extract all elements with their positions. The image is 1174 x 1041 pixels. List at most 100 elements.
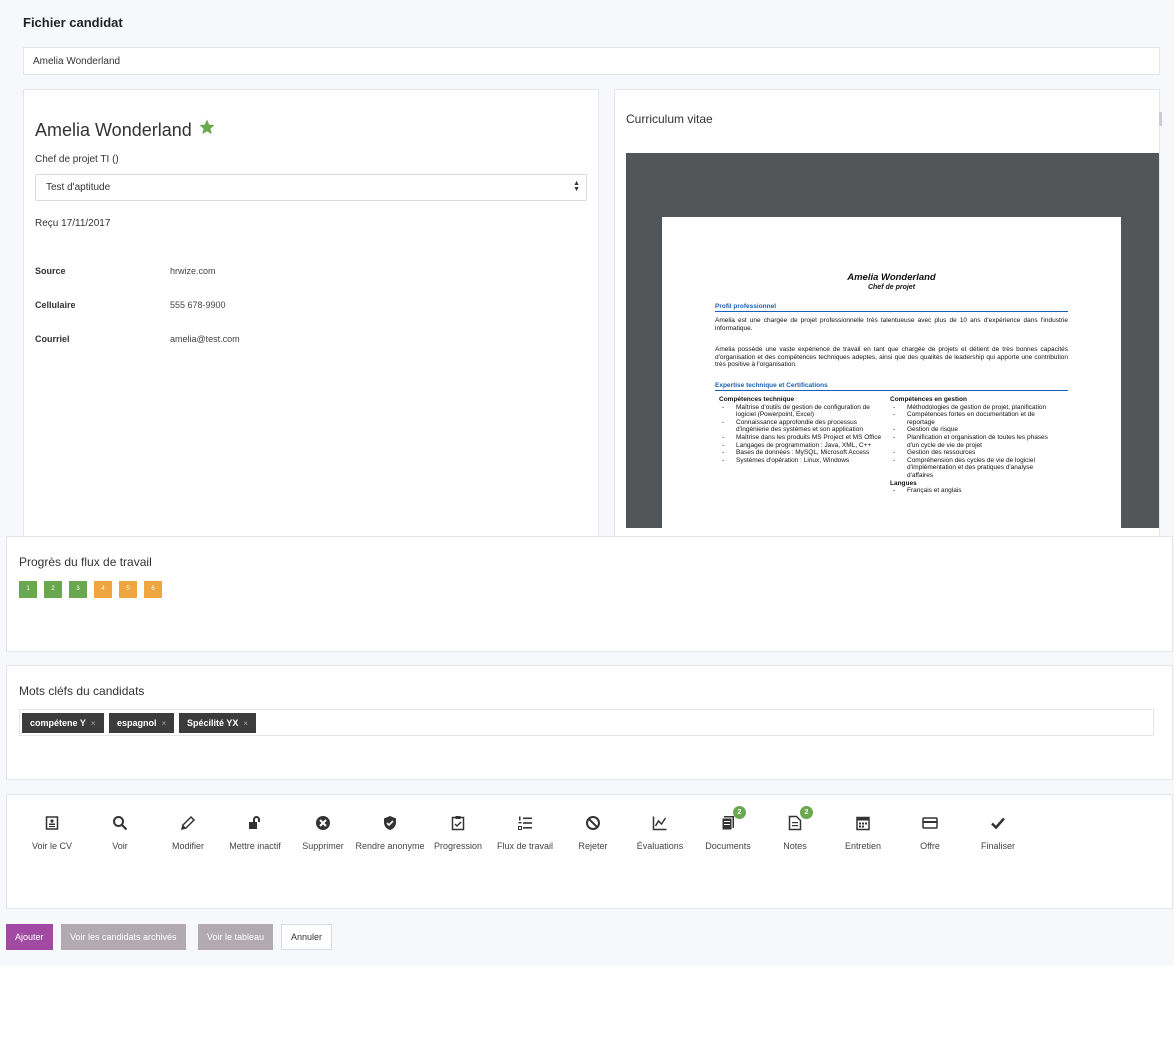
action-label: Documents: [705, 841, 751, 851]
progression-button[interactable]: Progression: [423, 813, 493, 854]
action-label: Mettre inactif: [229, 841, 281, 851]
notes-count-badge: 2: [800, 806, 813, 819]
circle-x-icon: [288, 813, 358, 833]
view-cv-button[interactable]: Voir le CV: [17, 813, 87, 854]
job-title: Chef de projet TI (): [35, 154, 119, 165]
action-label: Entretien: [844, 841, 882, 851]
cv-section-expertise: Expertise technique et Certifications: [715, 382, 1068, 391]
workflow-step[interactable]: 4: [94, 581, 112, 598]
cv-list-item: Méthodologies de gestion de projet, plan…: [890, 404, 1050, 412]
cv-tech-column: Compétences technique Maîtrise d'outils …: [719, 396, 884, 464]
cv-doc-role: Chef de projet: [867, 284, 916, 291]
workflow-step[interactable]: 5: [119, 581, 137, 598]
detail-value: hrwize.com: [170, 266, 216, 276]
cv-list-item: Gestion de risque: [890, 426, 1050, 434]
workflow-step[interactable]: 2: [44, 581, 62, 598]
star-icon[interactable]: [198, 118, 216, 136]
detail-value: 555 678-9900: [170, 300, 226, 310]
workflow-card: Progrès du flux de travail 1 2 3 4 5 6: [6, 536, 1173, 652]
documents-count-badge: 2: [733, 806, 746, 819]
cv-list-item: Langages de programmation : Java, XML, C…: [719, 442, 884, 450]
cv-mgmt-column: Compétences en gestion Méthodologies de …: [890, 396, 1050, 495]
view-archived-button[interactable]: Voir les candidats archivés: [61, 924, 186, 950]
cv-lang-heading: Langues: [890, 479, 917, 487]
action-label: Voir le CV: [31, 841, 73, 851]
cv-list-item: Maîtrise d'outils de gestion de configur…: [719, 404, 884, 419]
add-button[interactable]: Ajouter: [6, 924, 53, 950]
keywords-input[interactable]: compétene Y × espagnol × Spécilité YX ×: [19, 709, 1154, 736]
cv-profile-p2: Amelia possède une vaste expérience de t…: [715, 346, 1068, 369]
status-select-value: Test d'aptitude: [46, 182, 111, 193]
keywords-card: Mots cléfs du candidats compétene Y × esp…: [6, 665, 1173, 780]
detail-label: Cellulaire: [35, 300, 76, 310]
cv-title: Curriculum vitae: [626, 112, 713, 126]
reject-button[interactable]: Rejeter: [558, 813, 628, 854]
keyword-tag-label: Spécilité YX: [187, 718, 239, 728]
candidate-name: Amelia Wonderland: [35, 120, 192, 140]
keywords-title: Mots cléfs du candidats: [19, 684, 145, 698]
remove-tag-icon[interactable]: ×: [162, 719, 167, 728]
finalize-button[interactable]: Finaliser: [963, 813, 1033, 854]
ordered-list-icon: [490, 813, 560, 833]
cv-list-item: Systèmes d'opération : Linux, Windows: [719, 457, 884, 465]
keyword-tag-label: compétene Y: [30, 718, 86, 728]
check-icon: [963, 813, 1033, 833]
action-label: Notes: [783, 841, 807, 851]
status-select[interactable]: Test d'aptitude ▲ ▼: [35, 174, 587, 201]
notes-button[interactable]: 2 Notes: [760, 806, 830, 854]
actions-card: Voir le CV Voir Modifier Mettre inactif …: [6, 794, 1173, 909]
received-date: Reçu 17/11/2017: [35, 218, 111, 229]
evaluations-button[interactable]: Évaluations: [625, 813, 695, 854]
action-label: Rejeter: [578, 841, 608, 851]
shield-icon: [355, 813, 425, 833]
action-label: Progression: [433, 841, 483, 851]
cancel-button[interactable]: Annuler: [281, 924, 333, 950]
ban-icon: [558, 813, 628, 833]
detail-label: Source: [35, 266, 66, 276]
workflow-button[interactable]: Flux de travail: [490, 813, 560, 854]
unlock-icon: [220, 813, 290, 833]
action-label: Évaluations: [636, 841, 684, 851]
action-label: Finaliser: [980, 841, 1015, 851]
select-arrows-icon: ▲ ▼: [573, 180, 580, 193]
delete-button[interactable]: Supprimer: [288, 813, 358, 854]
cv-tech-heading: Compétences technique: [719, 396, 795, 403]
keyword-tag[interactable]: compétene Y ×: [22, 713, 104, 733]
documents-button[interactable]: 2 Documents: [693, 806, 763, 854]
remove-tag-icon[interactable]: ×: [243, 719, 248, 728]
clipboard-check-icon: [423, 813, 493, 833]
anonymize-button[interactable]: Rendre anonyme: [355, 813, 425, 854]
action-label: Voir: [112, 841, 128, 851]
notes-icon: 2: [760, 806, 830, 833]
cv-panel: Curriculum vitae Amelia Wonderland Chef …: [614, 89, 1160, 539]
line-chart-icon: [625, 813, 695, 833]
calendar-icon: [828, 813, 898, 833]
candidate-summary-panel: Amelia Wonderland Chef de projet TI () T…: [23, 89, 599, 539]
scrollbar[interactable]: [1159, 112, 1162, 126]
edit-button[interactable]: Modifier: [153, 813, 223, 854]
workflow-title: Progrès du flux de travail: [19, 555, 152, 569]
keyword-tag[interactable]: Spécilité YX ×: [179, 713, 257, 733]
cv-icon: [17, 813, 87, 833]
cv-list-item: Français et anglais: [890, 487, 1050, 495]
workflow-step[interactable]: 6: [144, 581, 162, 598]
cv-document-page: Amelia Wonderland Chef de projet Profil …: [662, 217, 1121, 528]
view-board-button[interactable]: Voir le tableau: [198, 924, 274, 950]
view-button[interactable]: Voir: [85, 813, 155, 854]
interview-button[interactable]: Entretien: [828, 813, 898, 854]
page-title: Fichier candidat: [23, 15, 123, 30]
workflow-step[interactable]: 3: [69, 581, 87, 598]
remove-tag-icon[interactable]: ×: [91, 719, 96, 728]
workflow-step[interactable]: 1: [19, 581, 37, 598]
pencil-icon: [153, 813, 223, 833]
detail-value[interactable]: amelia@test.com: [170, 334, 240, 344]
keyword-tag[interactable]: espagnol ×: [109, 713, 175, 733]
action-label: Supprimer: [302, 841, 344, 851]
documents-icon: 2: [693, 806, 763, 833]
cv-doc-name: Amelia Wonderland: [847, 272, 936, 283]
cv-viewer[interactable]: Amelia Wonderland Chef de projet Profil …: [626, 153, 1159, 528]
set-inactive-button[interactable]: Mettre inactif: [220, 813, 290, 854]
candidate-name-field[interactable]: Amelia Wonderland: [23, 47, 1160, 75]
offer-button[interactable]: Offre: [895, 813, 965, 854]
cv-list-item: Compétences fortes en documentation et d…: [890, 411, 1050, 426]
